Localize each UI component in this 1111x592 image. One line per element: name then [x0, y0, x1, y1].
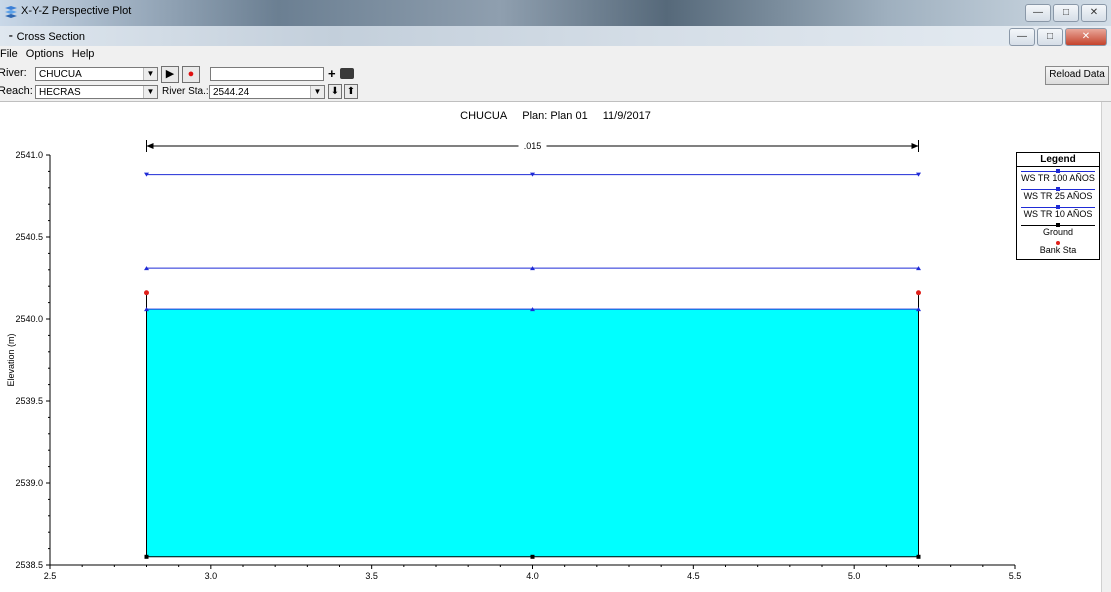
manning-arrow-left	[146, 143, 154, 149]
x-tick-label: 3.0	[205, 571, 218, 581]
y-tick-label: 2541.0	[15, 150, 43, 160]
legend-item: Bank Sta	[1017, 239, 1099, 257]
legend-item: Ground	[1017, 221, 1099, 239]
bank-station-point	[144, 290, 149, 296]
x-tick-label: 2.5	[44, 571, 57, 581]
y-tick-label: 2540.5	[15, 232, 43, 242]
cross-section-plot: 2.5 3.0 3.5 4.0 4.5 5.0 5.5 2538.5 2539.0 2539.5 2…	[6, 140, 1022, 581]
legend: Legend WS TR 100 AÑOS WS TR 25 AÑOS WS TR …	[1016, 152, 1100, 260]
y-tick-label: 2540.0	[15, 314, 43, 324]
y-axis-label: Elevation (m)	[6, 333, 16, 386]
outer-maximize-button[interactable]: □	[1053, 4, 1079, 22]
x-tick-label: 4.5	[687, 571, 700, 581]
toolbar: River: CHUCUA ▼ ▶ ● + Reach: HECRAS ▼ Ri…	[0, 63, 1111, 102]
river-sta-label: River Sta.:	[162, 86, 209, 97]
inner-maximize-button[interactable]: □	[1037, 28, 1063, 46]
outer-title-bar: X-Y-Z Perspective Plot — □ ✕	[0, 0, 1111, 26]
manning-n-label: .015	[524, 141, 542, 151]
camera-icon[interactable]	[340, 68, 354, 79]
outer-window-title: X-Y-Z Perspective Plot	[21, 5, 132, 17]
river-select-value: CHUCUA	[39, 69, 82, 80]
vertical-scrollbar[interactable]	[1101, 102, 1111, 592]
x-tick-label: 5.0	[848, 571, 861, 581]
inner-title-bar: ⁃ Cross Section — □ ✕	[0, 26, 1111, 46]
reach-select-value: HECRAS	[39, 87, 81, 98]
inner-close-button[interactable]: ✕	[1065, 28, 1107, 46]
add-icon[interactable]: +	[328, 66, 336, 81]
outer-close-button[interactable]: ✕	[1081, 4, 1107, 22]
x-tick-label: 4.0	[526, 571, 539, 581]
chevron-down-icon: ▼	[310, 86, 324, 98]
reload-data-button[interactable]: Reload Data	[1045, 66, 1109, 85]
legend-item: WS TR 25 AÑOS	[1017, 185, 1099, 203]
legend-item: WS TR 100 AÑOS	[1017, 167, 1099, 185]
play-animation-button[interactable]: ▶	[161, 66, 179, 83]
reach-select[interactable]: HECRAS ▼	[35, 85, 158, 99]
inner-window-title: ⁃ Cross Section	[8, 31, 86, 43]
river-label: River:	[0, 67, 27, 79]
ground-point	[144, 554, 149, 559]
x-tick-label: 5.5	[1009, 571, 1022, 581]
legend-label: Bank Sta	[1039, 245, 1077, 255]
river-sta-value: 2544.24	[213, 87, 250, 98]
menu-file[interactable]: File	[0, 48, 23, 60]
reach-label: Reach:	[0, 85, 33, 97]
station-down-button[interactable]: ⬇	[328, 84, 342, 99]
bank-station-point	[916, 290, 921, 296]
legend-label: Ground	[1042, 227, 1074, 237]
record-icon: ●	[187, 68, 195, 80]
ground-point	[916, 554, 921, 559]
legend-title: Legend	[1017, 153, 1099, 167]
y-tick-label: 2539.5	[15, 396, 43, 406]
y-tick-label: 2538.5	[15, 560, 43, 570]
menu-options[interactable]: Options	[26, 48, 69, 60]
y-tick-label: 2539.0	[15, 478, 43, 488]
menu-bar: File Options Help	[0, 46, 1111, 64]
menu-help[interactable]: Help	[72, 48, 100, 60]
legend-label: WS TR 10 AÑOS	[1023, 209, 1093, 219]
river-sta-select[interactable]: 2544.24 ▼	[209, 85, 325, 99]
legend-item: WS TR 10 AÑOS	[1017, 203, 1099, 221]
ground-point	[530, 554, 535, 559]
chevron-down-icon: ▼	[143, 68, 157, 80]
manning-arrow-right	[911, 143, 919, 149]
outer-minimize-button[interactable]: —	[1025, 4, 1051, 22]
profile-input[interactable]	[210, 67, 324, 81]
inner-minimize-button[interactable]: —	[1009, 28, 1035, 46]
app-icon	[5, 6, 17, 18]
record-button[interactable]: ●	[182, 66, 200, 83]
station-up-button[interactable]: ⬆	[344, 84, 358, 99]
legend-label: WS TR 25 AÑOS	[1023, 191, 1093, 201]
x-tick-label: 3.5	[365, 571, 378, 581]
legend-label: WS TR 100 AÑOS	[1021, 173, 1095, 183]
water-fill	[146, 309, 919, 557]
river-select[interactable]: CHUCUA ▼	[35, 67, 158, 81]
chevron-down-icon: ▼	[143, 86, 157, 98]
